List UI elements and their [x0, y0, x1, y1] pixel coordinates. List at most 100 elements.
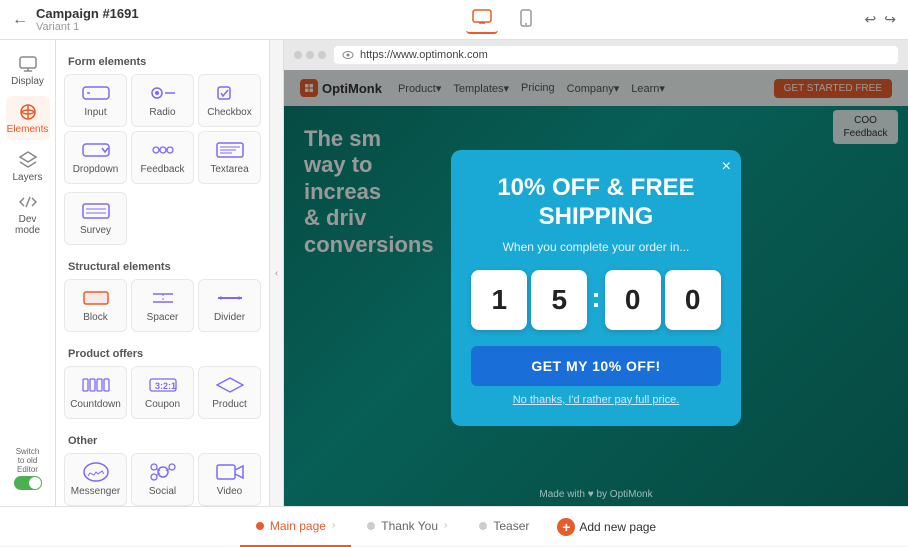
- mobile-device-button[interactable]: [514, 5, 538, 34]
- input-icon: [82, 83, 110, 103]
- element-messenger[interactable]: Messenger: [64, 453, 127, 506]
- desktop-icon: [472, 9, 492, 25]
- social-svg: [149, 462, 177, 482]
- tab-main-dot: [256, 522, 264, 530]
- sidebar-item-elements[interactable]: Elements: [6, 96, 50, 140]
- checkbox-icon: [216, 83, 244, 103]
- video-label: Video: [217, 486, 242, 497]
- dropdown-icon: [82, 140, 110, 160]
- input-svg: [82, 85, 110, 101]
- campaign-title: Campaign #1691: [36, 6, 139, 21]
- url-text: https://www.optimonk.com: [360, 49, 488, 61]
- popup-title: 10% OFF & FREE SHIPPING: [471, 174, 721, 232]
- element-input[interactable]: Input: [64, 74, 127, 127]
- element-checkbox[interactable]: Checkbox: [198, 74, 261, 127]
- add-page-label: Add new page: [579, 520, 656, 534]
- sidebar-item-devmode[interactable]: Dev mode: [6, 192, 50, 236]
- popup-decline-link[interactable]: No thanks, I'd rather pay full price.: [471, 394, 721, 406]
- collapse-handle[interactable]: ‹: [270, 40, 284, 506]
- element-spacer[interactable]: Spacer: [131, 279, 194, 332]
- tab-teaser[interactable]: Teaser: [463, 507, 545, 547]
- element-radio[interactable]: Radio: [131, 74, 194, 127]
- browser-dot-2: [306, 51, 314, 59]
- element-countdown[interactable]: Countdown: [64, 366, 127, 419]
- textarea-icon: [216, 140, 244, 160]
- textarea-svg: [216, 142, 244, 158]
- top-bar-right: ↩ ↪: [865, 11, 896, 28]
- divider-label: Divider: [214, 312, 245, 323]
- website-background: OptiMonk Product▾ Templates▾ Pricing Com…: [284, 70, 908, 506]
- bottom-bar: Main page › Thank You › Teaser + Add new…: [0, 506, 908, 546]
- element-video[interactable]: Video: [198, 453, 261, 506]
- countdown-label: Countdown: [70, 399, 121, 410]
- element-feedback[interactable]: Feedback: [131, 131, 194, 184]
- sidebar-item-display[interactable]: Display: [6, 48, 50, 92]
- toggle-knob: [29, 477, 41, 489]
- tab-thank-you[interactable]: Thank You ›: [351, 507, 463, 547]
- element-textarea[interactable]: Textarea: [198, 131, 261, 184]
- sidebar-item-layers[interactable]: Layers: [6, 144, 50, 188]
- collapse-icon: ‹: [275, 268, 278, 279]
- tab-main-arrow: ›: [332, 520, 335, 531]
- countdown-colon-1: :: [591, 270, 600, 330]
- popup-close-button[interactable]: ×: [722, 158, 731, 176]
- canvas-area: https://www.optimonk.com: [284, 40, 908, 506]
- messenger-label: Messenger: [71, 486, 120, 497]
- popup-overlay: × 10% OFF & FREE SHIPPING When you compl…: [284, 70, 908, 506]
- undo-button[interactable]: ↩: [865, 11, 877, 28]
- social-label: Social: [149, 486, 176, 497]
- browser-dot-3: [318, 51, 326, 59]
- add-page-plus-icon: +: [557, 518, 575, 536]
- section-title-structural: Structural elements: [56, 253, 269, 279]
- svg-text:3:2:1: 3:2:1: [155, 381, 176, 391]
- messenger-svg: [82, 462, 110, 482]
- icon-sidebar: Display Elements Layers Dev m: [0, 40, 56, 506]
- tab-thankyou-dot: [367, 522, 375, 530]
- coupon-label: Coupon: [145, 399, 180, 410]
- input-label: Input: [84, 107, 106, 118]
- popup: × 10% OFF & FREE SHIPPING When you compl…: [451, 150, 741, 426]
- countdown-digit-3: 0: [605, 270, 661, 330]
- elements-panel: Form elements Input: [56, 40, 270, 506]
- survey-grid: Survey: [56, 192, 269, 253]
- element-block[interactable]: Block: [64, 279, 127, 332]
- tab-thankyou-arrow: ›: [444, 520, 447, 531]
- desktop-device-button[interactable]: [466, 5, 498, 34]
- browser-url-bar[interactable]: https://www.optimonk.com: [334, 46, 898, 64]
- browser-dot-1: [294, 51, 302, 59]
- display-icon: [18, 54, 38, 74]
- display-label: Display: [11, 76, 44, 87]
- add-new-page-button[interactable]: + Add new page: [545, 507, 668, 547]
- radio-label: Radio: [149, 107, 175, 118]
- spacer-icon: [149, 288, 177, 308]
- element-coupon[interactable]: 3:2:1 Coupon: [131, 366, 194, 419]
- product-offers-grid: Countdown 3:2:1 Coupon P: [56, 366, 269, 427]
- feedback-icon: [149, 140, 177, 160]
- survey-icon: [82, 201, 110, 221]
- element-dropdown[interactable]: Dropdown: [64, 131, 127, 184]
- element-survey[interactable]: Survey: [64, 192, 127, 245]
- watermark: Made with ♥ by OptiMonk: [539, 489, 652, 500]
- form-elements-grid: Input Radio: [56, 74, 269, 192]
- structural-elements-grid: Block Spacer: [56, 279, 269, 340]
- other-elements-grid: Messenger Social: [56, 453, 269, 506]
- spacer-label: Spacer: [147, 312, 179, 323]
- back-button[interactable]: ←: [12, 11, 28, 29]
- redo-button[interactable]: ↪: [884, 11, 896, 28]
- countdown-digit-1: 1: [471, 270, 527, 330]
- element-product[interactable]: Product: [198, 366, 261, 419]
- toggle-switch[interactable]: [14, 476, 42, 490]
- spacer-svg: [149, 290, 177, 306]
- tab-main-page[interactable]: Main page ›: [240, 507, 351, 547]
- tab-teaser-dot: [479, 522, 487, 530]
- layers-label: Layers: [12, 172, 42, 183]
- block-label: Block: [83, 312, 107, 323]
- canvas-content: OptiMonk Product▾ Templates▾ Pricing Com…: [284, 70, 908, 506]
- popup-cta-button[interactable]: GET MY 10% OFF!: [471, 346, 721, 386]
- switch-editor[interactable]: Switch to old Editor: [10, 439, 46, 498]
- tab-teaser-label: Teaser: [493, 519, 529, 533]
- product-svg: [216, 377, 244, 393]
- video-icon: [216, 462, 244, 482]
- element-social[interactable]: Social: [131, 453, 194, 506]
- element-divider[interactable]: Divider: [198, 279, 261, 332]
